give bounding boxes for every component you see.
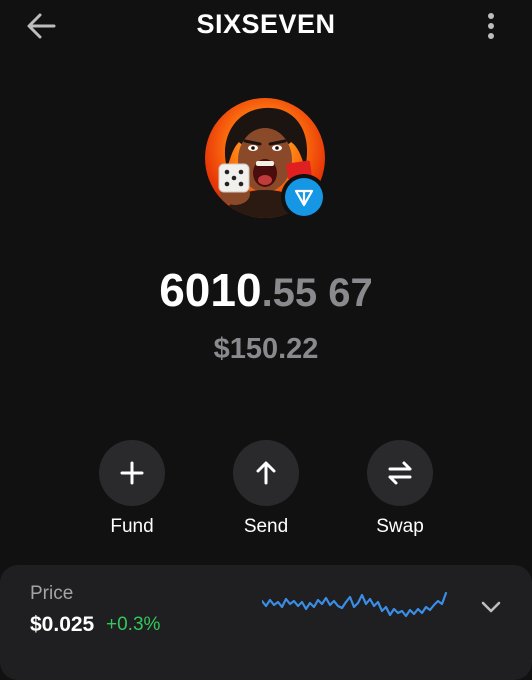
- price-sparkline: [262, 591, 448, 618]
- plus-icon: [120, 461, 144, 485]
- chevron-down-icon: [481, 601, 501, 613]
- network-badge: [281, 174, 327, 220]
- balance-decimal: .55 67: [261, 271, 373, 315]
- fund-label: Fund: [110, 516, 154, 537]
- more-options-button[interactable]: [476, 8, 506, 44]
- fund-button[interactable]: Fund: [87, 440, 177, 540]
- send-button[interactable]: Send: [221, 440, 311, 540]
- more-vertical-icon: [488, 13, 494, 39]
- fiat-balance: $150.22: [213, 333, 319, 365]
- swap-button-circle[interactable]: [367, 440, 433, 506]
- price-label: Price: [30, 583, 74, 604]
- token-avatar-group: [205, 98, 329, 222]
- top-bar: SIXSEVEN: [0, 0, 532, 52]
- page-title: SIXSEVEN: [196, 9, 336, 39]
- swap-label: Swap: [376, 516, 424, 537]
- balance-integer: 6010: [159, 264, 262, 316]
- arrow-up-icon: [256, 461, 276, 485]
- ton-icon: [294, 189, 314, 207]
- price-change: +0.3%: [106, 614, 161, 635]
- swap-arrows-icon: [388, 461, 412, 485]
- expand-price-button[interactable]: [478, 597, 504, 617]
- token-screen: SIXSEVEN 6010.55 67 $150.22 Fund Send Sw…: [0, 0, 532, 680]
- price-card[interactable]: Price $0.025 +0.3%: [0, 565, 532, 680]
- fund-button-circle[interactable]: [99, 440, 165, 506]
- send-button-circle[interactable]: [233, 440, 299, 506]
- send-label: Send: [243, 516, 289, 537]
- swap-button[interactable]: Swap: [355, 440, 445, 540]
- token-balance: 6010.55 67: [0, 262, 532, 321]
- price-value: $0.025: [30, 613, 95, 636]
